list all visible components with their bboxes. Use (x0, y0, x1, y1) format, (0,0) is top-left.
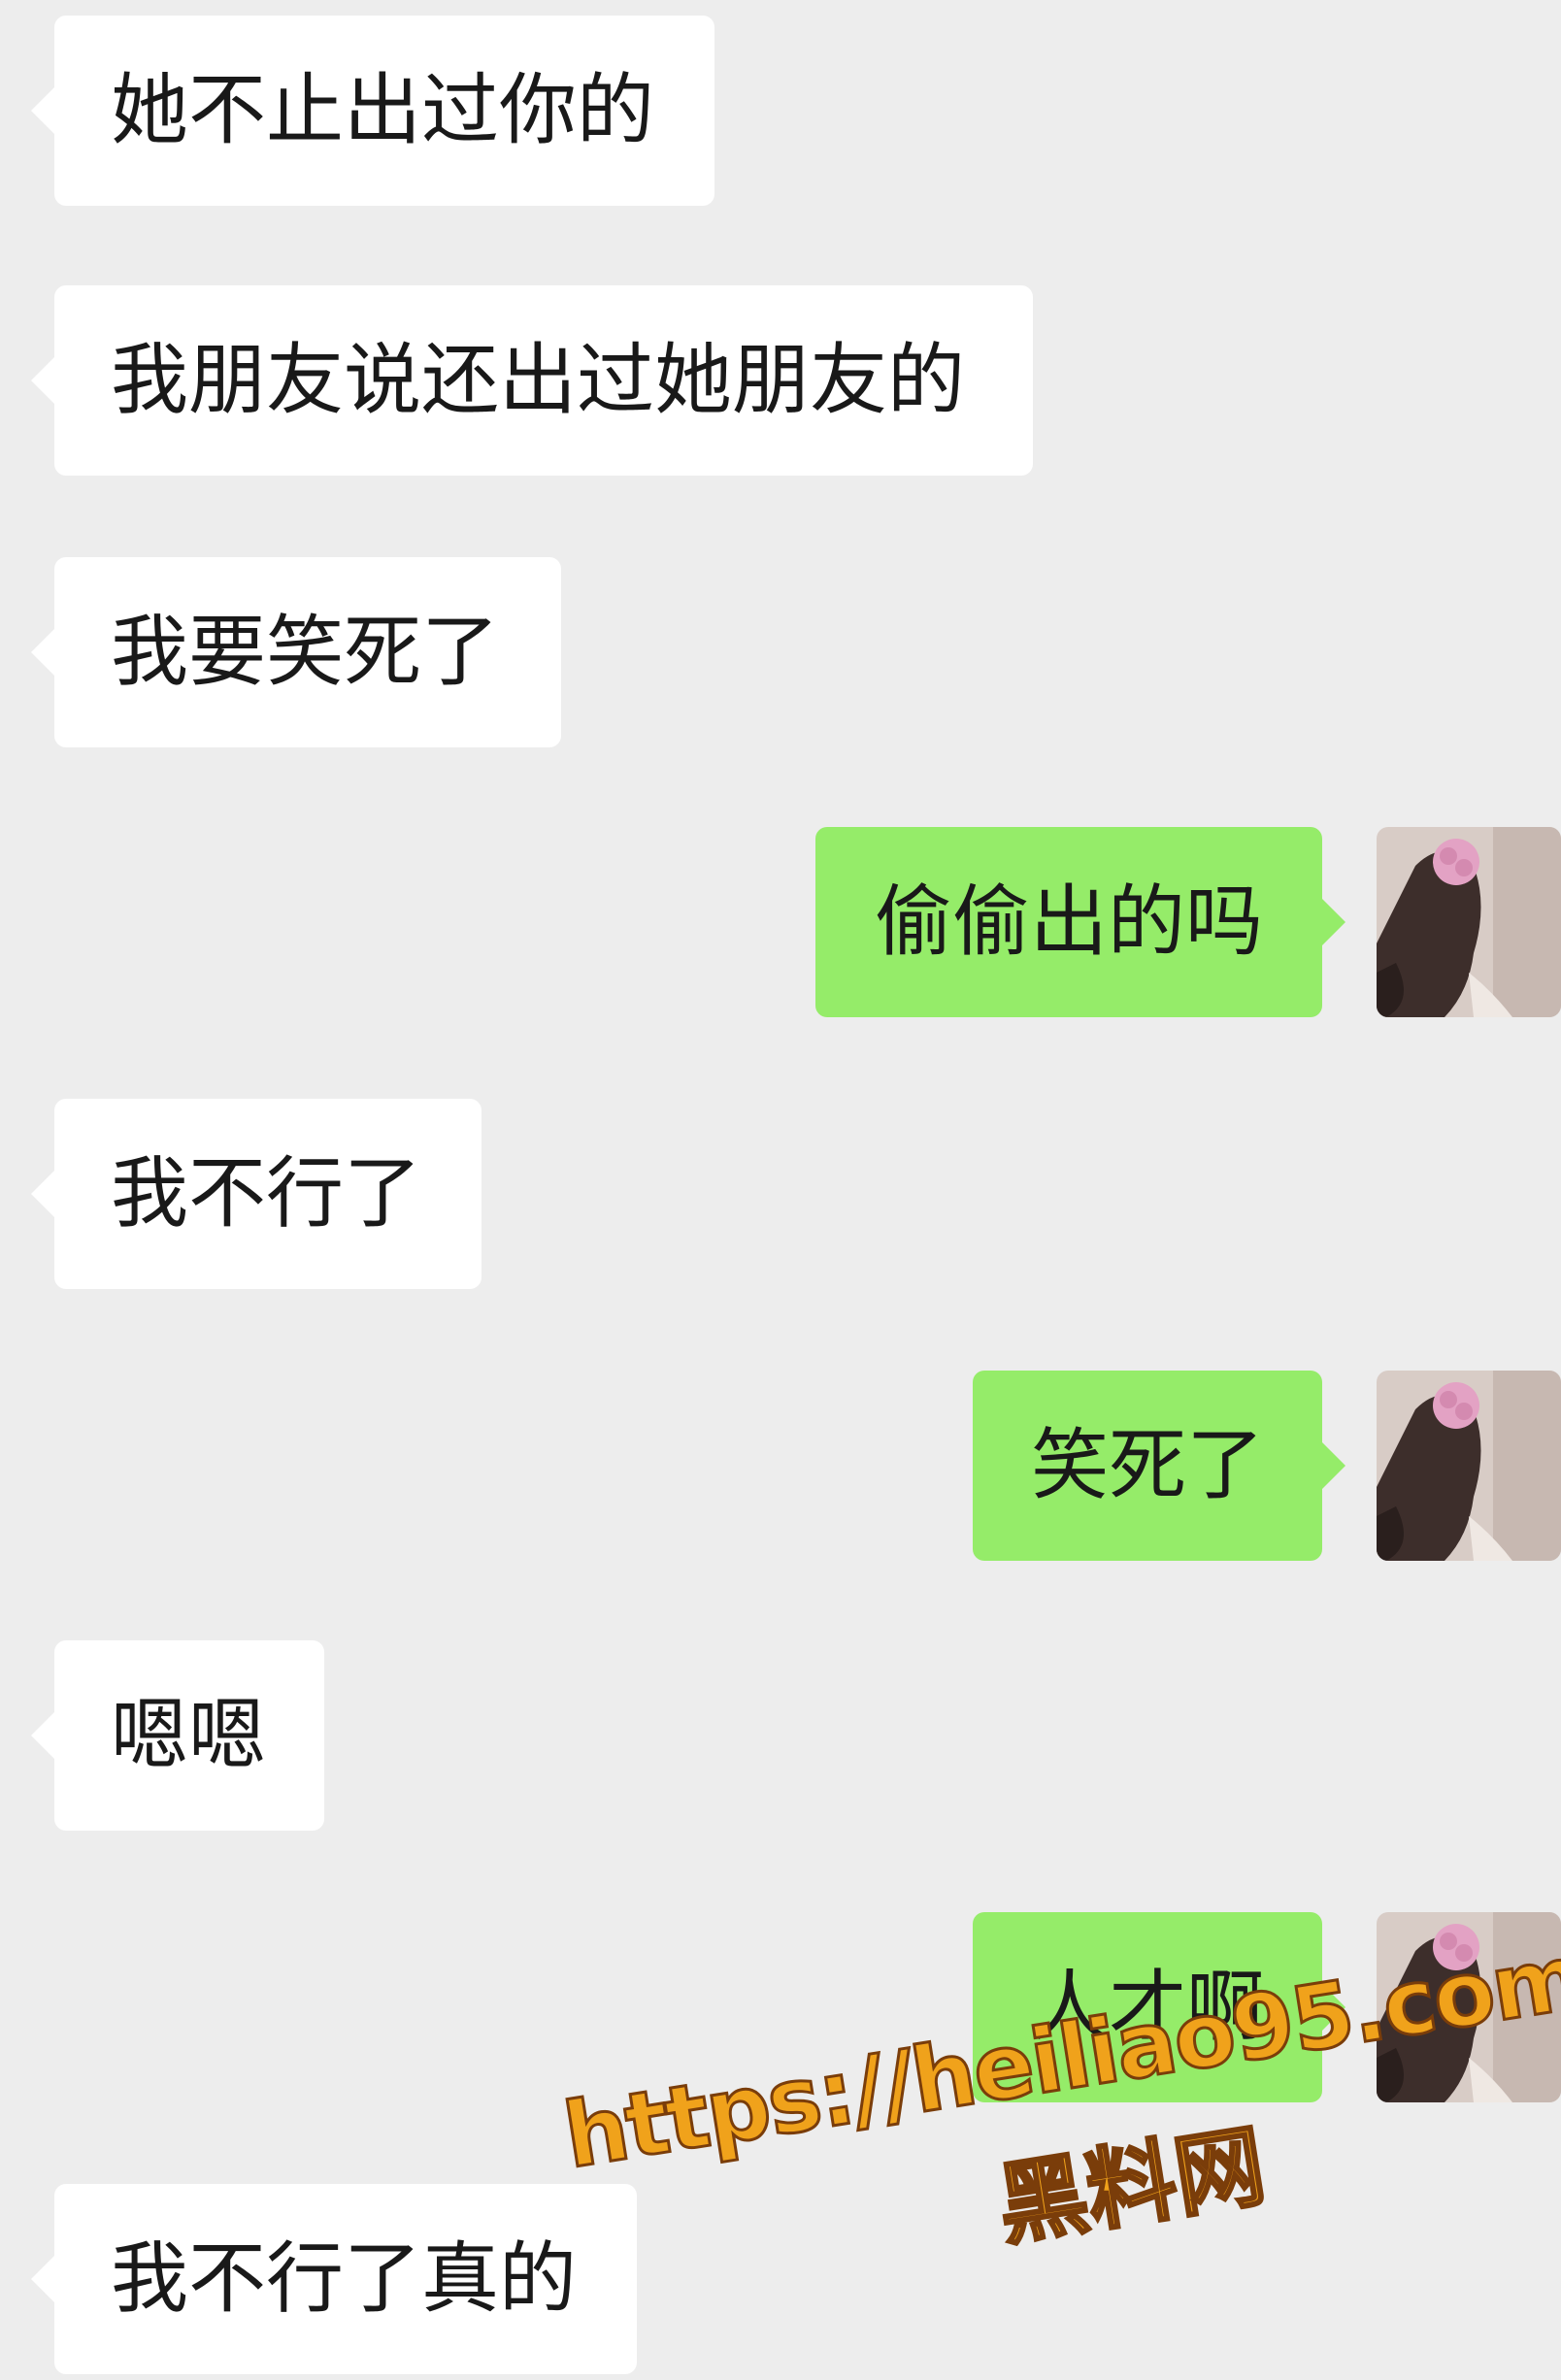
chat-view: 她不止出过你的 我朋友说还出过她朋友的 我要笑死了 偷偷出的吗 我不行了 笑死了 (0, 0, 1561, 2380)
outgoing-message-bubble[interactable]: 笑死了 (973, 1371, 1345, 1561)
avatar-photo-icon (1377, 827, 1561, 1017)
incoming-message-bubble[interactable]: 她不止出过你的 (31, 16, 714, 206)
message-text: 我不行了 (111, 1148, 421, 1239)
avatar-photo-icon (1377, 1371, 1561, 1561)
message-text: 我要笑死了 (111, 607, 499, 697)
message-text: 偷偷出的吗 (875, 876, 1263, 967)
message-text: 我不行了真的 (111, 2233, 577, 2324)
message-text: 笑死了 (1031, 1420, 1264, 1510)
message-text: 她不止出过你的 (111, 65, 654, 155)
incoming-message-bubble[interactable]: 我朋友说还出过她朋友的 (31, 285, 1033, 476)
avatar-photo-icon (1377, 1912, 1561, 2102)
outgoing-message-bubble[interactable]: 人才啊 (973, 1912, 1345, 2102)
incoming-message-bubble[interactable]: 我不行了真的 (31, 2184, 637, 2374)
incoming-message-bubble[interactable]: 我不行了 (31, 1099, 482, 1289)
message-text: 嗯嗯 (111, 1690, 266, 1780)
incoming-message-bubble[interactable]: 嗯嗯 (31, 1640, 324, 1831)
user-avatar-icon[interactable] (1377, 1371, 1561, 1561)
user-avatar-icon[interactable] (1377, 1912, 1561, 2102)
incoming-message-bubble[interactable]: 我要笑死了 (31, 557, 561, 747)
user-avatar-icon[interactable] (1377, 827, 1561, 1017)
message-text: 我朋友说还出过她朋友的 (111, 335, 965, 425)
outgoing-message-bubble[interactable]: 偷偷出的吗 (815, 827, 1345, 1017)
message-text: 人才啊 (1031, 1962, 1264, 2052)
